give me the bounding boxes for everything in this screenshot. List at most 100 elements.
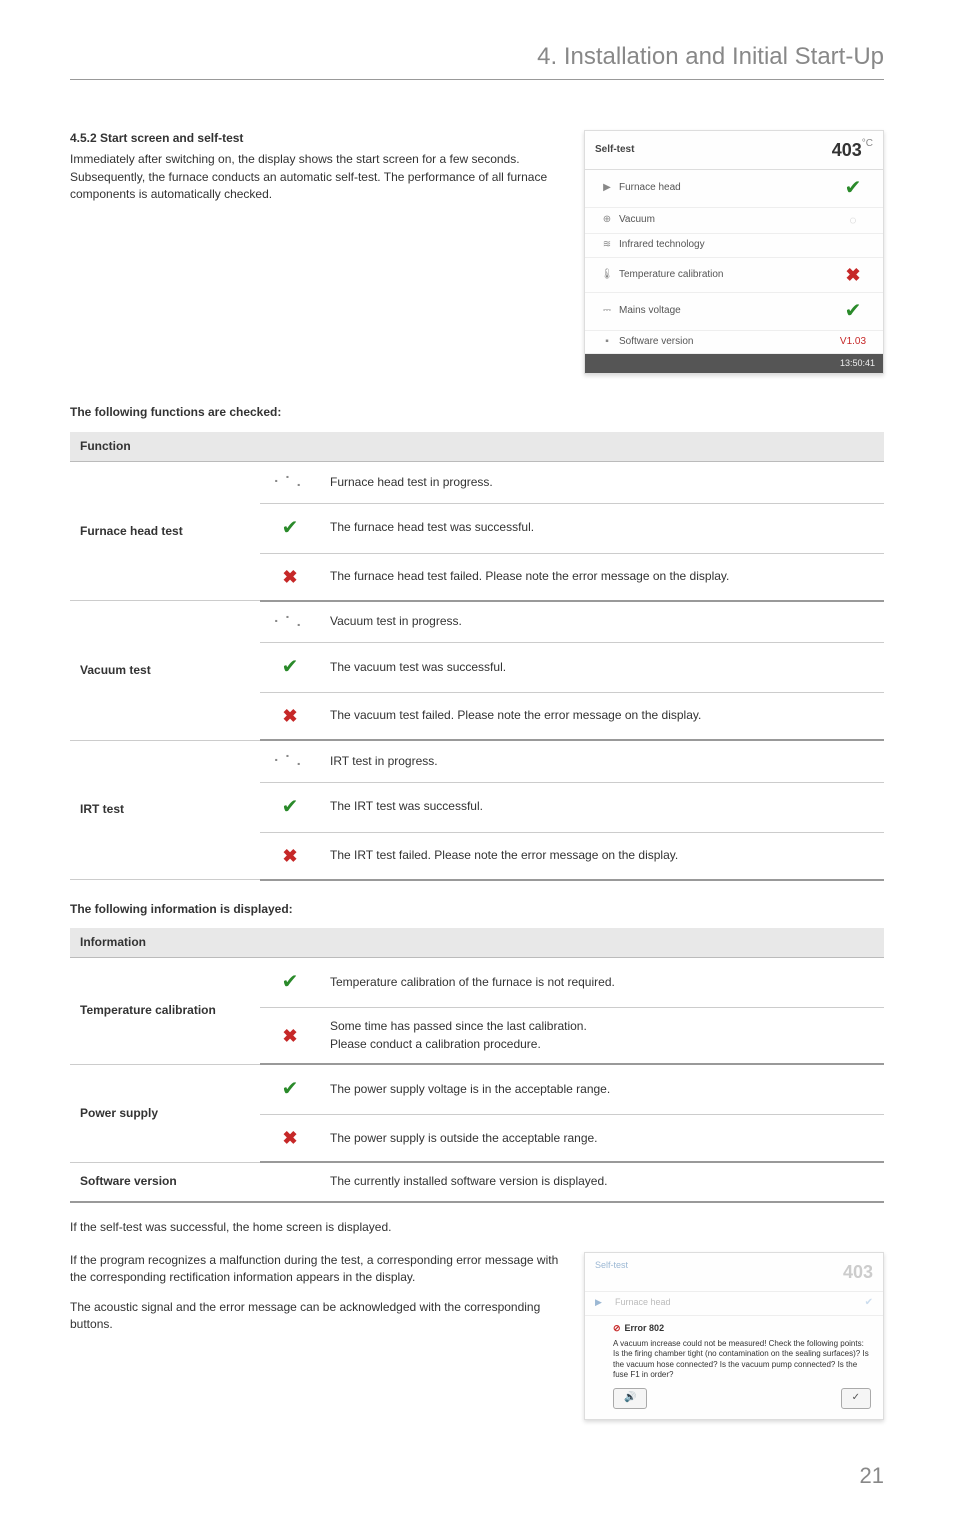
chip-icon: ▪ <box>595 335 619 350</box>
row-label: Infrared technology <box>619 238 833 253</box>
flame-icon: ▶ <box>595 1296 615 1311</box>
check-icon: ✔ <box>833 297 873 326</box>
table-row: Vacuum test⠂⠁⠄Vacuum test in progress. <box>70 601 884 643</box>
info-table: Information Temperature calibration✔Temp… <box>70 928 884 1203</box>
gauge-icon: ⊕ <box>595 213 619 228</box>
table-row: Power supply✔The power supply voltage is… <box>70 1064 884 1115</box>
acknowledge-button[interactable]: ✓ <box>841 1388 871 1409</box>
row-label: Furnace head <box>619 181 833 196</box>
check-icon: ✔ <box>865 1296 873 1311</box>
bottom-row: If the program recognizes a malfunction … <box>70 1252 884 1420</box>
error-message: A vacuum increase could not be measured!… <box>613 1339 871 1381</box>
row-desc: The vacuum test failed. Please note the … <box>320 693 884 741</box>
group-irt: IRT test <box>70 740 260 879</box>
error-title-row: ⊘ Error 802 <box>613 1322 871 1335</box>
info-table-header: Information <box>70 928 884 958</box>
table-row: Software version The currently installed … <box>70 1162 884 1201</box>
row-desc: The IRT test failed. Please note the err… <box>320 832 884 880</box>
group-software-version: Software version <box>70 1162 260 1201</box>
group-temp-cal: Temperature calibration <box>70 958 260 1064</box>
bottom-p1: If the self-test was successful, the hom… <box>70 1219 884 1236</box>
selftest-screenshot: Self-test 403°C ▶Furnace head✔ ⊕Vacuum◌ … <box>584 130 884 375</box>
functions-table-header: Function <box>70 432 884 462</box>
row-desc: Temperature calibration of the furnace i… <box>320 958 884 1008</box>
x-icon: ✖ <box>260 693 320 741</box>
row-desc: The power supply voltage is in the accep… <box>320 1064 884 1115</box>
row-desc: Furnace head test in progress. <box>320 462 884 503</box>
flame-icon: ▶ <box>595 181 619 196</box>
plug-icon: ⎓ <box>595 304 619 319</box>
check-icon: ✔ <box>260 503 320 553</box>
error-buttons: 🔊 ✓ <box>613 1388 871 1409</box>
screenshot-row-software: ▪Software versionV1.03 <box>585 331 883 355</box>
check-icon: ✔ <box>260 782 320 832</box>
info-heading: The following information is displayed: <box>70 901 884 918</box>
header-title: 4. Installation and Initial Start-Up <box>537 43 884 70</box>
table-row: Temperature calibration✔Temperature cali… <box>70 958 884 1008</box>
section-body: Immediately after switching on, the disp… <box>70 151 564 203</box>
error-header: Self-test 403 <box>585 1253 883 1292</box>
thermometer-icon: 🌡 <box>595 268 619 283</box>
row-desc: Some time has passed since the last cali… <box>320 1008 884 1064</box>
progress-icon: ⠂⠁⠄ <box>260 601 320 643</box>
error-screenshot: Self-test 403 ▶ Furnace head ✔ ⊘ Error 80… <box>584 1252 884 1420</box>
section-text-block: 4.5.2 Start screen and self-test Immedia… <box>70 130 564 375</box>
x-icon: ✖ <box>260 553 320 601</box>
row-desc: The IRT test was successful. <box>320 782 884 832</box>
bottom-p2: If the program recognizes a malfunction … <box>70 1252 564 1287</box>
error-screen-title: Self-test <box>595 1259 628 1285</box>
mute-sound-button[interactable]: 🔊 <box>613 1388 647 1409</box>
progress-icon: ⠂⠁⠄ <box>260 462 320 503</box>
screenshot-header: Self-test 403°C <box>585 131 883 170</box>
row-label: Software version <box>619 335 833 350</box>
table-row: Furnace head test⠂⠁⠄Furnace head test in… <box>70 462 884 503</box>
screenshot-row-mains: ⎓Mains voltage✔ <box>585 293 883 331</box>
bottom-text-block: If the program recognizes a malfunction … <box>70 1252 564 1420</box>
spinner-icon: ◌ <box>833 212 873 229</box>
error-row1-label: Furnace head <box>615 1296 865 1311</box>
check-icon: ✔ <box>260 958 320 1008</box>
row-label: Vacuum <box>619 213 833 228</box>
screenshot-row-vacuum: ⊕Vacuum◌ <box>585 208 883 234</box>
table-row: IRT test⠂⠁⠄IRT test in progress. <box>70 740 884 782</box>
progress-icon: ⠂⠁⠄ <box>260 740 320 782</box>
row-desc: The furnace head test was successful. <box>320 503 884 553</box>
group-furnace-head: Furnace head test <box>70 462 260 601</box>
empty-icon <box>260 1162 320 1201</box>
error-body: ⊘ Error 802 A vacuum increase could not b… <box>585 1316 883 1419</box>
check-icon: ✔ <box>260 1064 320 1115</box>
row-label: Temperature calibration <box>619 268 833 283</box>
error-title: Error 802 <box>625 1323 665 1333</box>
row-desc: Vacuum test in progress. <box>320 601 884 643</box>
check-icon: ✔ <box>260 643 320 693</box>
row-desc: IRT test in progress. <box>320 740 884 782</box>
screenshot-footer-time: 13:50:41 <box>585 354 883 373</box>
section-4-5-2: 4.5.2 Start screen and self-test Immedia… <box>70 130 884 375</box>
x-icon: ✖ <box>260 1008 320 1064</box>
error-icon: ⊘ <box>613 1323 621 1333</box>
screenshot-title: Self-test <box>595 143 634 158</box>
row-desc: The vacuum test was successful. <box>320 643 884 693</box>
screenshot-row-furnace-head: ▶Furnace head✔ <box>585 170 883 208</box>
row-desc: The power supply is outside the acceptab… <box>320 1115 884 1163</box>
functions-table: Function Furnace head test⠂⠁⠄Furnace hea… <box>70 432 884 881</box>
page-header: 4. Installation and Initial Start-Up <box>70 40 884 80</box>
x-icon: ✖ <box>833 262 873 288</box>
version-text: V1.03 <box>833 335 873 350</box>
bottom-p3: The acoustic signal and the error messag… <box>70 1299 564 1334</box>
check-icon: ✔ <box>833 174 873 203</box>
page-number: 21 <box>70 1460 884 1492</box>
group-vacuum: Vacuum test <box>70 601 260 740</box>
x-icon: ✖ <box>260 832 320 880</box>
screenshot-row-infrared: ≋Infrared technology <box>585 234 883 258</box>
temp-value: 403 <box>832 140 862 160</box>
row-label: Mains voltage <box>619 304 833 319</box>
row-desc: The currently installed software version… <box>320 1162 884 1201</box>
screenshot-temperature: 403°C <box>832 137 873 163</box>
group-power-supply: Power supply <box>70 1064 260 1162</box>
row-desc: The furnace head test failed. Please not… <box>320 553 884 601</box>
x-icon: ✖ <box>260 1115 320 1163</box>
error-temperature: 403 <box>843 1259 873 1285</box>
waves-icon: ≋ <box>595 238 619 253</box>
screenshot-row-temp-cal: 🌡Temperature calibration✖ <box>585 258 883 293</box>
